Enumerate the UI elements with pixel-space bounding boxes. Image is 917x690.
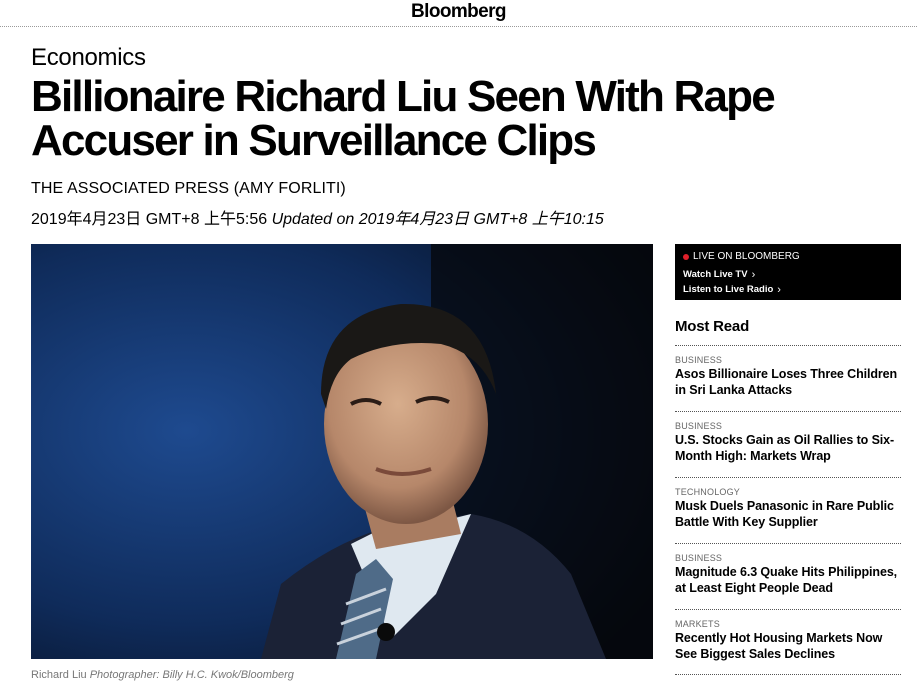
article-headline: Billionaire Richard Liu Seen With Rape A… [31, 72, 776, 165]
most-read-item[interactable]: BUSINESS Magnitude 6.3 Quake Hits Philip… [675, 543, 901, 609]
live-indicator-icon [683, 253, 689, 260]
published-time: 2019年4月23日 GMT+8 上午5:56 [31, 211, 268, 228]
most-read-category: BUSINESS [675, 553, 723, 563]
section-label[interactable]: Economics [31, 44, 146, 72]
chevron-right-icon: › [751, 268, 756, 281]
watch-live-tv-label: Watch Live TV [683, 269, 748, 280]
updated-time: Updated on 2019年4月23日 GMT+8 上午10:15 [271, 211, 604, 228]
image-caption: Richard Liu Photographer: Billy H.C. Kwo… [31, 669, 294, 681]
site-header: Bloomberg [0, 0, 917, 27]
most-read-category: BUSINESS [675, 355, 723, 365]
most-read-heading: Most Read [675, 318, 750, 335]
most-read-headline[interactable]: Magnitude 6.3 Quake Hits Philippines, at… [675, 564, 901, 596]
most-read-headline[interactable]: Recently Hot Housing Markets Now See Big… [675, 630, 901, 662]
most-read-list: BUSINESS Asos Billionaire Loses Three Ch… [675, 345, 901, 675]
most-read-category: MARKETS [675, 619, 720, 629]
hero-photo [31, 244, 653, 659]
listen-live-radio-link[interactable]: Listen to Live Radio › [683, 284, 781, 295]
most-read-headline[interactable]: Musk Duels Panasonic in Rare Public Batt… [675, 498, 901, 530]
article-dateline: 2019年4月23日 GMT+8 上午5:56 Updated on 2019年… [31, 205, 604, 229]
most-read-item[interactable]: TECHNOLOGY Musk Duels Panasonic in Rare … [675, 477, 901, 543]
chevron-right-icon: › [777, 283, 781, 296]
most-read-item[interactable]: BUSINESS Asos Billionaire Loses Three Ch… [675, 345, 901, 411]
live-label-text: LIVE ON BLOOMBERG [693, 251, 800, 262]
watch-live-tv-link[interactable]: Watch Live TV › [683, 269, 755, 280]
listen-live-radio-label: Listen to Live Radio [683, 284, 774, 295]
caption-subject: Richard Liu [31, 669, 87, 681]
hero-image[interactable] [31, 244, 653, 659]
most-read-headline[interactable]: U.S. Stocks Gain as Oil Rallies to Six-M… [675, 432, 901, 464]
article-byline: THE ASSOCIATED PRESS (AMY FORLITI) [31, 180, 346, 197]
caption-credit: Photographer: Billy H.C. Kwok/Bloomberg [89, 669, 294, 681]
most-read-headline[interactable]: Asos Billionaire Loses Three Children in… [675, 366, 901, 398]
most-read-category: TECHNOLOGY [675, 487, 741, 497]
most-read-category: BUSINESS [675, 421, 723, 431]
live-on-bloomberg-panel: LIVE ON BLOOMBERG Watch Live TV › Listen… [675, 244, 901, 300]
bloomberg-logo[interactable]: Bloomberg [0, 1, 917, 23]
live-label: LIVE ON BLOOMBERG [683, 251, 800, 262]
most-read-item[interactable]: MARKETS Recently Hot Housing Markets Now… [675, 609, 901, 675]
most-read-item[interactable]: BUSINESS U.S. Stocks Gain as Oil Rallies… [675, 411, 901, 477]
